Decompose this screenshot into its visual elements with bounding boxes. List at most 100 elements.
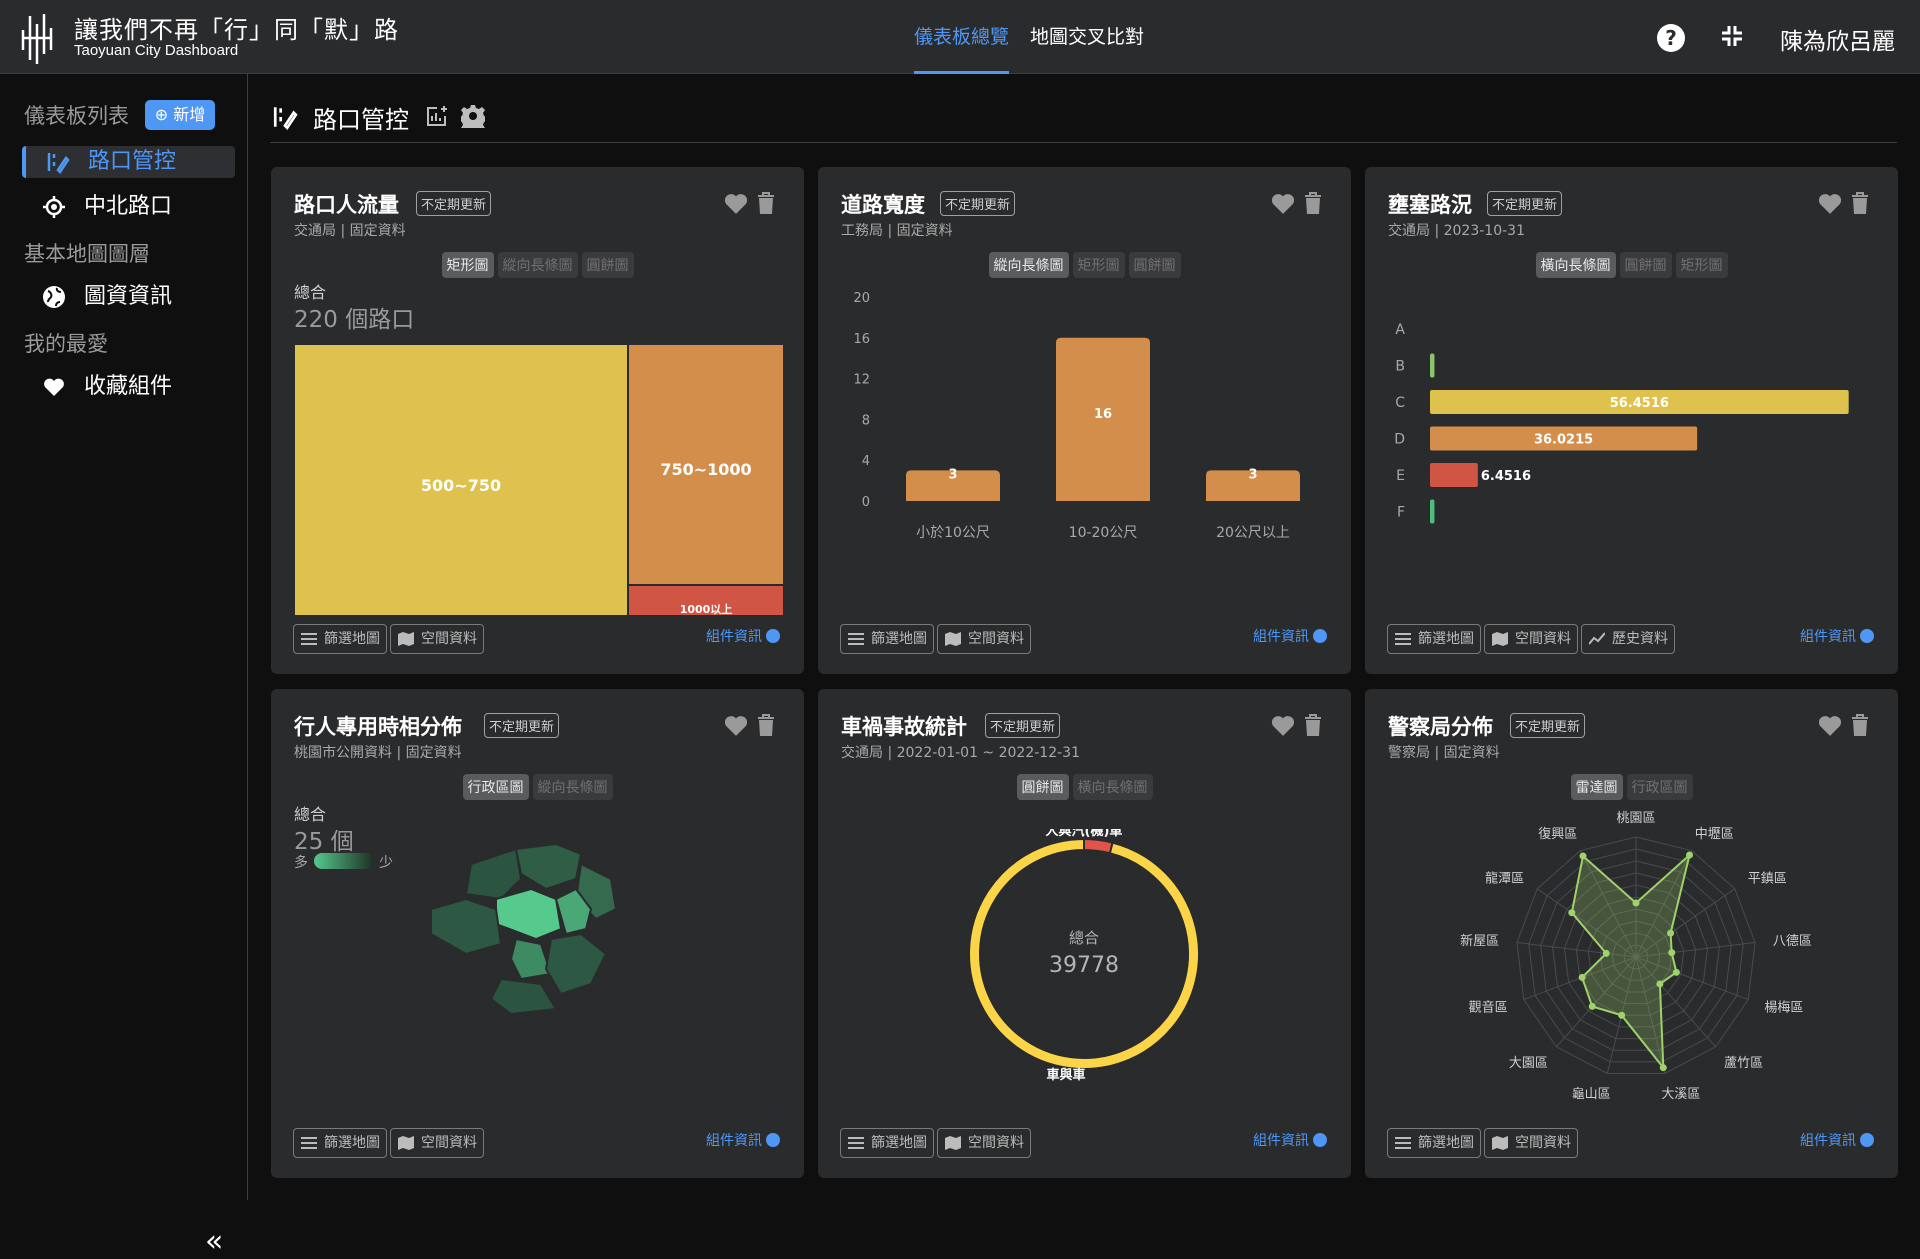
- sidebar-item-label: 中北路口: [84, 194, 173, 219]
- delete-icon[interactable]: [1850, 191, 1870, 215]
- gear-icon[interactable]: [461, 104, 485, 128]
- donut-center-label: 總合: [1069, 929, 1099, 947]
- spatial-data-button[interactable]: 空間資料: [390, 1128, 484, 1158]
- user-name[interactable]: 陳為欣呂麗: [1780, 22, 1895, 56]
- favorite-heart-icon[interactable]: [723, 713, 749, 737]
- bar-value-label: 36.0215: [1534, 433, 1593, 448]
- filter-map-button[interactable]: 篩選地圖: [293, 624, 387, 654]
- sidebar-item-zhongbei[interactable]: 中北路口: [22, 191, 235, 223]
- card-footer: 篩選地圖 空間資料: [1387, 1128, 1581, 1158]
- spatial-data-button[interactable]: 空間資料: [1484, 624, 1578, 654]
- spatial-data-button[interactable]: 空間資料: [390, 624, 484, 654]
- sliders-icon: [301, 633, 317, 645]
- delete-icon[interactable]: [1850, 713, 1870, 737]
- card-congestion: 壅塞路況 不定期更新 交通局 | 2023-10-31 橫向長條圖 圓餅圖 矩形圖 …: [1365, 167, 1898, 674]
- arrow-circle-icon: [1860, 1133, 1874, 1147]
- favorite-heart-icon[interactable]: [723, 191, 749, 215]
- favorite-heart-icon[interactable]: [1270, 191, 1296, 215]
- tab-dashboard-overview[interactable]: 儀表板總覽: [914, 22, 1010, 74]
- tab-treemap[interactable]: 矩形圖: [1072, 252, 1125, 278]
- tab-radar[interactable]: 雷達圖: [1570, 774, 1623, 800]
- horizontal-bar-chart: A B C 56.4516 D 36.0215 E 6.4516 F: [1394, 322, 1849, 524]
- tab-horizontal-bar[interactable]: 橫向長條圖: [1535, 252, 1616, 278]
- card-source: 桃園市公開資料 | 固定資料: [294, 745, 462, 761]
- location-target-icon: [43, 196, 65, 218]
- sidebar-item-intersection-control[interactable]: 路口管控: [22, 146, 235, 178]
- arrow-circle-icon: [1313, 629, 1327, 643]
- donut-chart: 總合 39778 人與汽(機)車車與車: [968, 829, 1200, 1083]
- component-info-link[interactable]: 組件資訊: [1800, 1130, 1874, 1150]
- favorite-heart-icon[interactable]: [1270, 713, 1296, 737]
- tab-horizontal-bar[interactable]: 橫向長條圖: [1072, 774, 1153, 800]
- tab-pie[interactable]: 圓餅圖: [1016, 774, 1069, 800]
- donut-slice: [1083, 837, 1114, 855]
- tab-district-map[interactable]: 行政區圖: [1626, 774, 1693, 800]
- card-title: 行人專用時相分佈: [294, 715, 462, 739]
- delete-icon[interactable]: [1303, 191, 1323, 215]
- history-data-button[interactable]: 歷史資料: [1581, 624, 1675, 654]
- tab-treemap[interactable]: 矩形圖: [1675, 252, 1728, 278]
- spatial-data-button[interactable]: 空間資料: [937, 1128, 1031, 1158]
- card-title: 車禍事故統計: [841, 715, 967, 739]
- sidebar-item-saved-components[interactable]: 收藏組件: [22, 371, 235, 403]
- filter-map-button[interactable]: 篩選地圖: [293, 1128, 387, 1158]
- sliders-icon: [1395, 633, 1411, 645]
- total-value: 25 個: [294, 829, 354, 855]
- sidebar-item-map-info[interactable]: 圖資資訊: [22, 281, 235, 313]
- component-info-link[interactable]: 組件資訊: [706, 626, 780, 646]
- help-icon[interactable]: ?: [1657, 24, 1685, 52]
- add-chart-icon[interactable]: [425, 104, 449, 128]
- card-footer: 篩選地圖 空間資料: [293, 1128, 487, 1158]
- color-scale-legend: [314, 853, 374, 869]
- tab-column[interactable]: 縱向長條圖: [497, 252, 578, 278]
- filter-map-button[interactable]: 篩選地圖: [1387, 1128, 1481, 1158]
- spatial-data-button[interactable]: 空間資料: [937, 624, 1031, 654]
- chart-type-tabs: 縱向長條圖 矩形圖 圓餅圖: [818, 252, 1351, 278]
- spatial-data-button[interactable]: 空間資料: [1484, 1128, 1578, 1158]
- component-info-link[interactable]: 組件資訊: [1253, 626, 1327, 646]
- radar-label: 龍潭區: [1485, 870, 1524, 886]
- y-tick-label: 16: [853, 332, 870, 347]
- radar-point: [1686, 851, 1694, 859]
- sliders-icon: [848, 1137, 864, 1149]
- compress-icon[interactable]: [1718, 22, 1746, 50]
- favorite-heart-icon[interactable]: [1817, 191, 1843, 215]
- sliders-icon: [1395, 1137, 1411, 1149]
- radar-label: 大溪區: [1661, 1087, 1700, 1102]
- component-info-link[interactable]: 組件資訊: [1253, 1130, 1327, 1150]
- card-footer: 篩選地圖 空間資料 歷史資料: [1387, 624, 1678, 654]
- radar-label: 平鎮區: [1748, 870, 1787, 886]
- card-police-distribution: 警察局分佈 不定期更新 警察局 | 固定資料 雷達圖 行政區圖 桃園區 中壢區 平鎮區…: [1365, 689, 1898, 1178]
- delete-icon[interactable]: [756, 191, 776, 215]
- y-tick-label: 20: [853, 291, 870, 306]
- tab-pie[interactable]: 圓餅圖: [1128, 252, 1181, 278]
- component-info-link[interactable]: 組件資訊: [706, 1130, 780, 1150]
- tab-map-compare[interactable]: 地圖交叉比對: [1030, 22, 1144, 74]
- radar-point: [1578, 973, 1586, 981]
- map-icon: [398, 632, 414, 646]
- tab-pie[interactable]: 圓餅圖: [581, 252, 634, 278]
- y-tick-label: E: [1396, 468, 1405, 484]
- filter-map-button[interactable]: 篩選地圖: [1387, 624, 1481, 654]
- bar-value-label: 16: [1094, 407, 1112, 422]
- collapse-sidebar-button[interactable]: «: [205, 1224, 223, 1259]
- component-info-link[interactable]: 組件資訊: [1800, 626, 1874, 646]
- delete-icon[interactable]: [1303, 713, 1323, 737]
- legend-less: 少: [379, 855, 393, 871]
- add-dashboard-button[interactable]: ⊕ 新增: [145, 100, 215, 130]
- tab-pie[interactable]: 圓餅圖: [1619, 252, 1672, 278]
- tab-district-map[interactable]: 行政區圖: [462, 774, 529, 800]
- tab-treemap[interactable]: 矩形圖: [441, 252, 494, 278]
- tab-column[interactable]: 縱向長條圖: [988, 252, 1069, 278]
- sliders-icon: [301, 1137, 317, 1149]
- delete-icon[interactable]: [756, 713, 776, 737]
- radar-label: 新屋區: [1460, 933, 1499, 949]
- filter-map-button[interactable]: 篩選地圖: [840, 1128, 934, 1158]
- sidebar-section-favorites: 我的最愛: [24, 332, 108, 356]
- tab-column[interactable]: 縱向長條圖: [532, 774, 613, 800]
- filter-map-button[interactable]: 篩選地圖: [840, 624, 934, 654]
- radar-label: 觀音區: [1469, 1000, 1508, 1016]
- card-source: 工務局 | 固定資料: [841, 223, 953, 239]
- favorite-heart-icon[interactable]: [1817, 713, 1843, 737]
- bar-value-label: 56.4516: [1610, 396, 1669, 411]
